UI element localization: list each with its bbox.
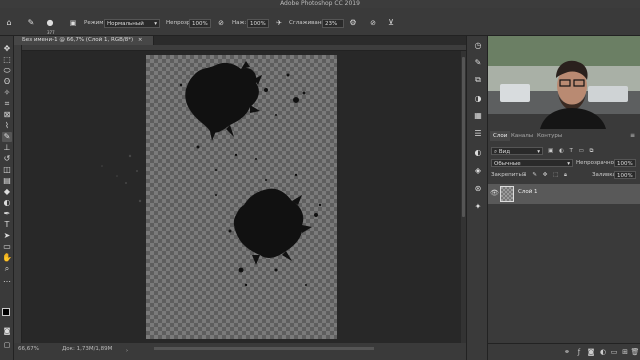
pressure-size-icon[interactable]: ⊘ [368, 18, 378, 28]
document-tab[interactable]: Без имени-1 @ 66,7% (Слой 1, RGB/8*) × [14, 36, 154, 45]
adjustments-icon[interactable]: ◐ [473, 148, 483, 158]
zoom-icon[interactable]: ⌕ [2, 264, 12, 274]
opacity-field[interactable]: 100% [189, 19, 211, 28]
chevron-down-icon: ▾ [537, 149, 540, 155]
brush-preset-icon[interactable]: ● [45, 18, 55, 28]
new-layer-icon[interactable]: ⊞ [620, 347, 630, 357]
zoom-level[interactable]: 66,67% [18, 344, 39, 354]
lock-label: Закрепить: [491, 172, 524, 178]
blur-icon[interactable]: ◆ [2, 187, 12, 197]
gear-icon[interactable]: ⚙ [348, 18, 358, 28]
chevron-down-icon: ▾ [567, 161, 570, 167]
pressure-opacity-icon[interactable]: ⊘ [216, 18, 226, 28]
brush-settings-icon[interactable]: ▣ [68, 18, 78, 28]
layer-row[interactable]: 👁︎ Слой 1 [488, 184, 640, 204]
ruler-vertical [14, 45, 22, 345]
flow-label: Наж: [232, 20, 247, 26]
layer-opacity-field[interactable]: 100% [614, 159, 636, 167]
brush-icon[interactable]: ✎ [2, 132, 12, 142]
properties-icon[interactable]: ☰ [473, 129, 483, 139]
document-tab-title: Без имени-1 @ 66,7% (Слой 1, RGB/8*) [22, 37, 134, 43]
flow-field[interactable]: 100% [247, 19, 269, 28]
mask-icon[interactable]: ◙ [586, 347, 596, 357]
layer-fill-field[interactable]: 100% [614, 171, 636, 179]
trash-icon[interactable]: 🗑︎ [630, 347, 640, 357]
screen-mode-icon[interactable]: ▢ [2, 340, 12, 350]
brush-tool-icon[interactable]: ✎ [26, 18, 36, 28]
type-icon[interactable]: T [2, 220, 12, 230]
hand-icon[interactable]: ✋ [2, 253, 12, 263]
close-icon[interactable]: × [138, 37, 143, 43]
document-canvas[interactable] [146, 55, 337, 339]
tab-channels[interactable]: Каналы [508, 131, 536, 141]
path-select-icon[interactable]: ➤ [2, 231, 12, 241]
scrollbar-thumb[interactable] [462, 57, 465, 217]
options-bar: ⌂ ✎ ● 377 ▣ Режим: Нормальный ▾ Непрозр: … [0, 8, 640, 36]
swatches-icon[interactable]: ▦ [473, 111, 483, 121]
eraser-icon[interactable]: ◫ [2, 165, 12, 175]
history-brush-icon[interactable]: ↺ [2, 154, 12, 164]
adjustment-layer-icon[interactable]: ◐ [598, 347, 608, 357]
clone-source-icon[interactable]: ⧉ [473, 75, 483, 85]
marquee-icon[interactable]: ⬭ [2, 66, 12, 76]
move-icon[interactable]: ✥ [2, 44, 12, 54]
color-icon[interactable]: ◑ [473, 94, 483, 104]
layers-panel: Слои Каналы Контуры ≡ ⌕ Вид ▾ ▣ ◐ T ▭ ⧉ О… [488, 129, 640, 360]
symmetry-icon[interactable]: ⊻ [386, 18, 396, 28]
brush-settings-panel-icon[interactable]: ✎ [473, 58, 483, 68]
crop-icon[interactable]: ⌗ [2, 99, 12, 109]
more-icon[interactable]: … [2, 275, 12, 285]
layer-filter-icons[interactable]: ▣ ◐ T ▭ ⧉ [548, 146, 595, 156]
horizontal-scrollbar[interactable] [154, 347, 374, 350]
blend-mode-select[interactable]: Обычные ▾ [491, 159, 573, 167]
fx-icon[interactable]: ƒ [574, 347, 584, 357]
title-bar: Adobe Photoshop CC 2019 [0, 0, 640, 8]
chevron-down-icon: ▾ [154, 21, 157, 27]
quick-mask-icon[interactable]: ◙ [2, 326, 12, 336]
status-bar: 66,67% Док: 1,73M/1,89M › [14, 343, 466, 360]
paths-icon[interactable]: ✦ [473, 202, 483, 212]
mode-label: Режим: [84, 20, 106, 26]
home-icon[interactable]: ⌂ [4, 18, 14, 28]
rectangle-icon[interactable]: ▭ [2, 242, 12, 252]
panel-menu-icon[interactable]: ≡ [630, 132, 635, 139]
document-info: Док: 1,73M/1,89M [62, 346, 113, 352]
eye-icon[interactable]: 👁︎ [490, 189, 499, 197]
link-icon[interactable]: ⚭ [562, 347, 572, 357]
panel-icons-column: ◷ ✎ ⧉ ◑ ▦ ☰ ◐ ◈ ⊛ ✦ [466, 36, 488, 360]
tab-paths[interactable]: Контуры [534, 131, 565, 141]
channels-icon[interactable]: ⊛ [473, 184, 483, 194]
brush-strokes-artwork [179, 61, 322, 287]
airbrush-icon[interactable]: ✈ [274, 18, 284, 28]
eyedropper-icon[interactable]: ⌇ [2, 121, 12, 131]
lasso-icon[interactable]: ʘ [2, 77, 12, 87]
folder-icon[interactable]: ▭ [609, 347, 619, 357]
frame-icon[interactable]: ⊠ [2, 110, 12, 120]
artboard-icon[interactable]: ⬚ [2, 55, 12, 65]
gradient-icon[interactable]: ▤ [2, 176, 12, 186]
history-icon[interactable]: ◷ [473, 41, 483, 51]
foreground-color-swatch[interactable] [2, 308, 10, 316]
mode-select[interactable]: Нормальный ▾ [104, 19, 160, 28]
smoothing-field[interactable]: 23% [322, 19, 344, 28]
layer-name[interactable]: Слой 1 [518, 189, 538, 195]
pen-icon[interactable]: ✒ [2, 209, 12, 219]
layers-panel-icon[interactable]: ◈ [473, 166, 483, 176]
chevron-right-icon[interactable]: › [126, 346, 128, 356]
stamp-icon[interactable]: ⊥ [2, 143, 12, 153]
webcam-image [488, 36, 640, 129]
lock-icons[interactable]: ⊞ ✎ ✥ ⬚ 🔒︎ [522, 170, 569, 180]
layer-filter-select[interactable]: ⌕ Вид ▾ [491, 147, 543, 155]
tools-panel: ✥ ⬚ ⬭ ʘ ✧ ⌗ ⊠ ⌇ ✎ ⊥ ↺ ◫ ▤ ◆ ◐ ✒ T ➤ ▭ ✋ … [0, 36, 14, 360]
webcam-overlay [488, 36, 640, 129]
dodge-icon[interactable]: ◐ [2, 198, 12, 208]
window-title: Adobe Photoshop CC 2019 [280, 0, 360, 7]
layers-panel-footer: ⚭ ƒ ◙ ◐ ▭ ⊞ 🗑︎ [488, 343, 640, 360]
quick-select-icon[interactable]: ✧ [2, 88, 12, 98]
layer-thumbnail [500, 186, 514, 202]
